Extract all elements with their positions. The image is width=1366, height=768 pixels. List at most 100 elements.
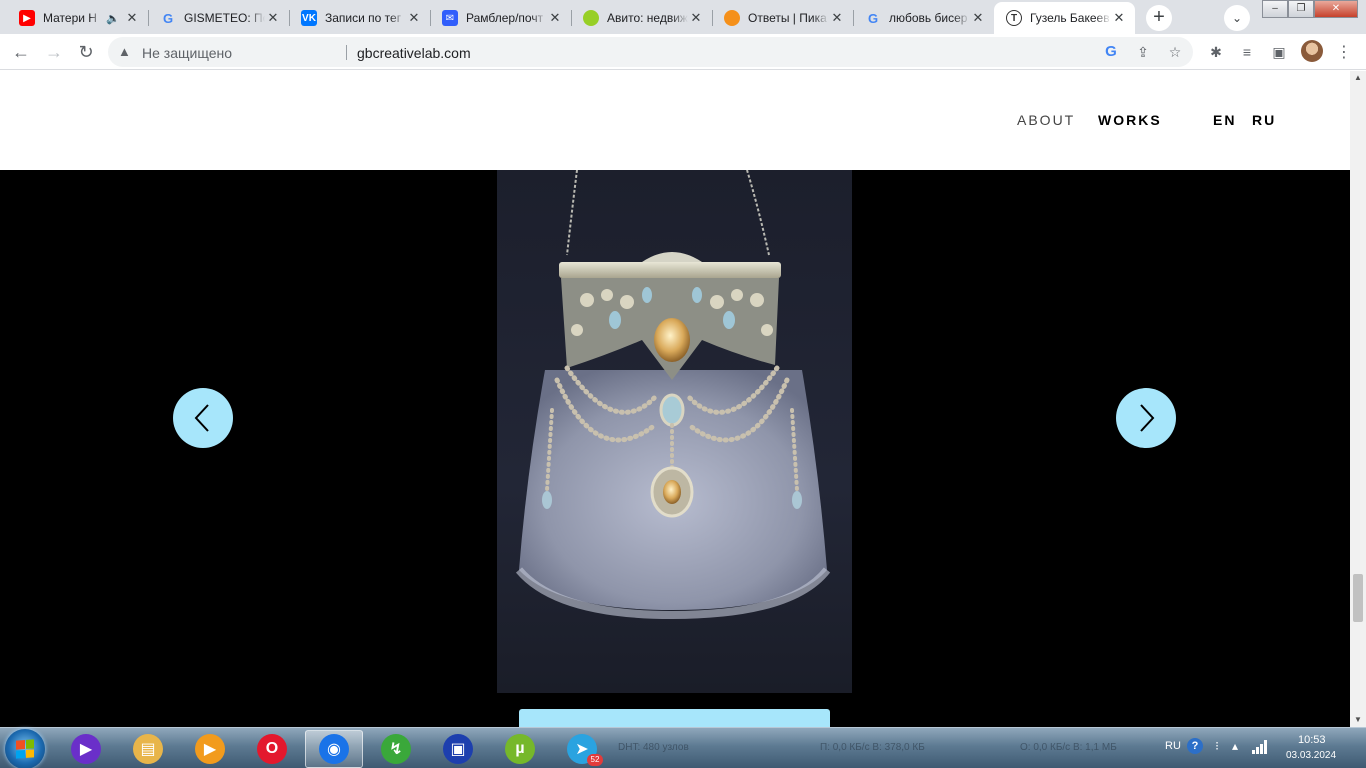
lang-ru-link[interactable]: RU [1252, 112, 1276, 128]
profile-avatar[interactable] [1301, 40, 1323, 62]
tray-mic-icon[interactable]: ⁝ [1209, 738, 1225, 754]
show-hidden-icons-icon[interactable]: ▴ [1227, 738, 1243, 754]
tab-title: Матери Н [43, 11, 97, 25]
network-icon[interactable] [1252, 740, 1270, 754]
browser-tab[interactable]: T Гузель Бакеев ✕ [994, 2, 1135, 34]
tab-close-icon[interactable]: ✕ [406, 10, 422, 26]
clock-time[interactable]: 10:53 [1298, 734, 1326, 746]
tab-title: Гузель Бакеев [1030, 11, 1110, 25]
browser-tab[interactable]: ▶ Матери Н 🔈 ✕ [7, 2, 148, 34]
tab-close-icon[interactable]: ✕ [265, 10, 281, 26]
slider-next-button[interactable] [1116, 388, 1176, 448]
taskbar-faded-text: П: 0,0 КБ/с В: 378,0 КБ [820, 742, 925, 753]
share-icon[interactable]: ⇪ [1134, 43, 1152, 61]
video-player-icon: ▶ [195, 734, 225, 764]
taskbar-app-button[interactable]: µ [491, 730, 549, 768]
tab-search-button[interactable]: ⌄ [1224, 5, 1250, 31]
taskbar-faded-text: DHT: 480 узлов [618, 742, 689, 753]
windows-taskbar: ▶ ▤ ▶ O ◉ ↯ ▣ µ ➤ 52 DHT: 480 узлов П: 0,0 КБ/с В… [0, 727, 1366, 768]
taskbar-app-button[interactable]: ▶ [57, 730, 115, 768]
chrome-icon: ◉ [319, 734, 349, 764]
media-control-icon[interactable]: ≡ [1238, 43, 1256, 61]
side-panel-icon[interactable]: ▣ [1270, 43, 1288, 61]
site-header: ABOUT WORKS EN RU [0, 71, 1350, 170]
scroll-up-arrow-icon[interactable]: ▲ [1350, 71, 1366, 85]
warning-icon[interactable]: ▲ [118, 44, 131, 59]
extensions-icon[interactable]: ✱ [1207, 43, 1225, 61]
menu-icon[interactable]: ⋮ [1336, 42, 1352, 62]
beaded-fur-purse-photo [497, 169, 852, 693]
opera-icon: O [257, 734, 287, 764]
tab-close-icon[interactable]: ✕ [829, 10, 845, 26]
taskbar-app-button[interactable]: O [243, 730, 301, 768]
tab-close-icon[interactable]: ✕ [547, 10, 563, 26]
taskbar-app-button[interactable]: ↯ [367, 730, 425, 768]
scroll-down-arrow-icon[interactable]: ▼ [1350, 713, 1366, 727]
explorer-icon: ▤ [133, 734, 163, 764]
tab-strip: ▶ Матери Н 🔈 ✕ G GISMETEO: По ✕ VK Записи по тег… [0, 0, 1366, 34]
taskbar-app-button[interactable]: ▣ [429, 730, 487, 768]
window-controls: – ❐ ✕ [1262, 0, 1358, 18]
forward-button[interactable]: → [42, 40, 66, 64]
media-player-icon: ▶ [71, 734, 101, 764]
tab-close-icon[interactable]: ✕ [688, 10, 704, 26]
google-translate-icon[interactable]: G [1102, 43, 1120, 61]
maximize-button[interactable]: ❐ [1288, 0, 1314, 18]
address-bar[interactable]: ▲ Не защищено gbcreativelab.com G ⇪ ☆ [108, 37, 1193, 67]
tilda-icon: T [1006, 10, 1022, 26]
speaker-icon[interactable]: 🔈 [106, 12, 120, 25]
taskbar-app-button[interactable]: ▶ [181, 730, 239, 768]
start-button[interactable] [5, 729, 45, 768]
chevron-left-icon [194, 404, 209, 432]
download-manager-icon: ↯ [381, 734, 411, 764]
pikabu-icon: ● [724, 10, 740, 26]
tab-title: Ответы | Пика [748, 11, 827, 25]
google-icon: G [867, 10, 879, 26]
url-text[interactable]: gbcreativelab.com [357, 45, 471, 61]
slider-prev-button[interactable] [173, 388, 233, 448]
taskbar-app-button[interactable]: ◉ [305, 730, 363, 768]
slide-caption-button[interactable] [519, 709, 830, 727]
browser-toolbar: ← → ↻ ▲ Не защищено gbcreativelab.com G … [0, 34, 1366, 70]
browser-tab[interactable]: ✉ Рамблер/почт ✕ [430, 2, 571, 34]
bookmark-star-icon[interactable]: ☆ [1166, 43, 1184, 61]
utorrent-icon: µ [505, 734, 535, 764]
tab-close-icon[interactable]: ✕ [1111, 10, 1127, 26]
vk-icon: VK [301, 10, 317, 26]
nav-about-link[interactable]: ABOUT [1017, 112, 1075, 128]
address-separator [346, 45, 347, 60]
lang-en-link[interactable]: EN [1213, 112, 1236, 128]
close-window-button[interactable]: ✕ [1314, 0, 1358, 18]
browser-tab[interactable]: G GISMETEO: По ✕ [148, 2, 289, 34]
language-indicator[interactable]: RU [1165, 740, 1181, 752]
reload-button[interactable]: ↻ [74, 40, 98, 64]
taskbar-app-button[interactable]: ▤ [119, 730, 177, 768]
scroll-thumb[interactable] [1353, 574, 1363, 622]
purse-illustration [515, 169, 831, 620]
taskbar-app-button[interactable]: ➤ 52 [553, 730, 611, 768]
new-tab-button[interactable]: + [1146, 5, 1172, 31]
avito-icon: ● [583, 10, 599, 26]
youtube-icon: ▶ [19, 10, 35, 26]
google-icon: G [162, 10, 174, 26]
nav-works-link[interactable]: WORKS [1098, 112, 1162, 128]
tab-close-icon[interactable]: ✕ [124, 10, 140, 26]
web-page: ABOUT WORKS EN RU [0, 71, 1350, 727]
help-icon[interactable]: ? [1187, 738, 1203, 754]
windows-logo-icon [16, 739, 34, 759]
back-button[interactable]: ← [9, 40, 33, 64]
chevron-right-icon [1140, 404, 1155, 432]
browser-tab[interactable]: ● Ответы | Пика✕ [712, 2, 853, 34]
tab-close-icon[interactable]: ✕ [970, 10, 986, 26]
clock-date[interactable]: 03.03.2024 [1286, 750, 1336, 761]
save-icon: ▣ [443, 734, 473, 764]
mail-icon: ✉ [442, 10, 458, 26]
page-scrollbar[interactable]: ▲ ▼ [1350, 71, 1366, 727]
minimize-button[interactable]: – [1262, 0, 1288, 18]
browser-tab[interactable]: Gлюбовь бисер ✕ [853, 2, 994, 34]
browser-tab[interactable]: VK Записи по тег ✕ [289, 2, 430, 34]
security-label[interactable]: Не защищено [142, 45, 232, 61]
browser-tab[interactable]: ● Авито: недвиж✕ [571, 2, 712, 34]
tab-title: Авито: недвиж [607, 11, 688, 25]
unread-badge: 52 [587, 754, 603, 766]
